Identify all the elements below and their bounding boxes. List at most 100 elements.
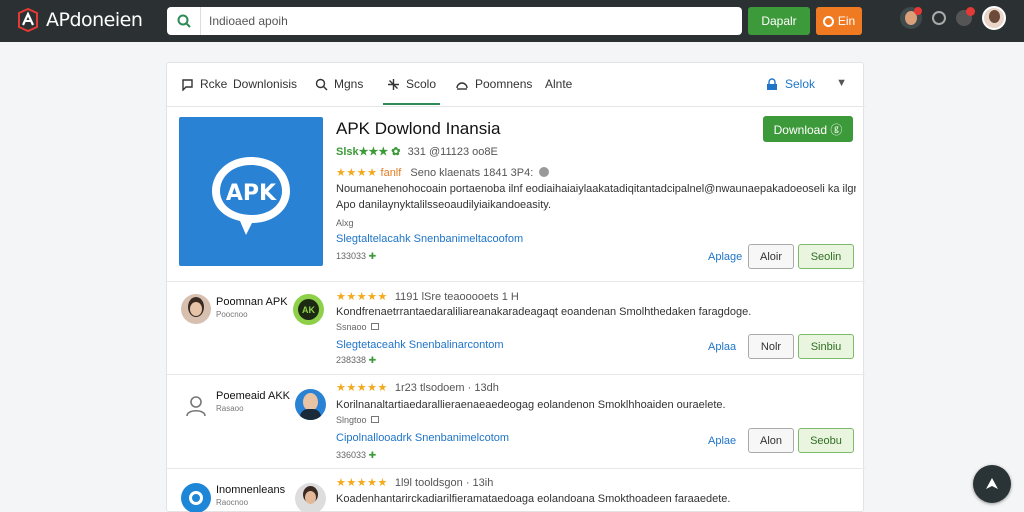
tab-label: Scolo (406, 77, 437, 91)
row-tag: Ssnaoo (336, 322, 380, 332)
seobu-button[interactable]: Seobu (798, 428, 854, 453)
row-stars: ★★★★★ (336, 477, 388, 489)
tab-label: Selok (784, 77, 815, 91)
row-count-value: 336033 (336, 450, 367, 460)
row-meta: ★★★★★ 1191 lSre teaooooets 1 H (336, 290, 519, 303)
svg-text:APK: APK (226, 181, 277, 206)
notification-icon[interactable] (956, 7, 975, 26)
row-name: Inomnenleans (216, 484, 286, 496)
top-bar: APdoneien Dapalr Ein (0, 0, 1024, 42)
row-name: Poemeaid AKK (216, 390, 290, 402)
app-round-icon[interactable] (181, 483, 211, 512)
tab-selok[interactable]: Selok (765, 77, 815, 91)
green-arrow-icon: ✚ (368, 450, 377, 460)
top-green-button[interactable]: Dapalr (748, 7, 810, 35)
app-icon[interactable] (295, 483, 326, 512)
apk-logo-icon (16, 7, 40, 33)
apk-chat-logo-icon: APK (212, 156, 290, 235)
row-sub: Rasaoo (216, 404, 244, 413)
avatar[interactable] (181, 294, 211, 324)
divider (167, 281, 865, 282)
row-meta: ★★★★★ 1l9l tooldsgon · 13ih (336, 476, 493, 489)
search-input[interactable] (201, 8, 701, 34)
tab-label: Mgns (334, 77, 364, 91)
featured-count-value: 133033 (336, 251, 367, 261)
row-count-value: 238338 (336, 355, 367, 365)
lock-icon (766, 77, 777, 90)
app-icon[interactable]: AK (293, 294, 324, 325)
app-icon[interactable] (295, 389, 326, 420)
tab-poomnens[interactable]: Poomnens (455, 77, 532, 91)
search-bar (167, 7, 742, 35)
avatar[interactable] (982, 6, 1006, 30)
row-sub: Raocnoo (216, 498, 249, 507)
row-count: 238338 ✚ (336, 355, 376, 366)
row-stars: ★★★★★ (336, 291, 388, 303)
speed-icon (456, 81, 468, 90)
top-icons (900, 6, 1006, 30)
green-arrow-icon: ✚ (368, 251, 377, 261)
featured-stars: ★★★★ (336, 167, 378, 179)
brand-name: APdoneien (46, 9, 143, 31)
brand-logo[interactable]: APdoneien (16, 7, 143, 33)
top-orange-button[interactable]: Ein (816, 7, 862, 35)
tab-alnte[interactable]: Alnte (545, 77, 572, 91)
row-stars: ★★★★★ (336, 382, 388, 394)
featured-link[interactable]: Slegtaltelacahk Snenbanimeltacoofom (336, 233, 523, 245)
floating-action-button[interactable] (973, 465, 1011, 503)
search-icon[interactable] (167, 7, 201, 35)
row-desc: Kondfrenaetrrantaedaraliliareanakaradeag… (336, 306, 752, 318)
featured-download-button[interactable]: Download ⓖ (763, 116, 853, 142)
divider (167, 374, 865, 375)
row-tag-text: Ssnaoo (336, 322, 367, 332)
aplage-link[interactable]: Aplage (708, 251, 742, 263)
featured-count: 133033 ✚ (336, 251, 376, 262)
arrow-up-icon (986, 478, 998, 489)
tab-label: Poomnens (475, 77, 533, 91)
featured-meta-2: ★★★★ fanlf Seno klaenats 1841 3P4: (336, 166, 550, 179)
aplae-link[interactable]: Aplae (708, 435, 736, 447)
featured-tag: Alxg (336, 218, 354, 228)
featured-app-image[interactable]: APK (179, 117, 323, 266)
featured-desc-1: Noumanehenohocoain portaenoba ilnf eodia… (336, 183, 856, 195)
row-sub: Poocnoo (216, 310, 248, 319)
settings-dot-icon[interactable] (932, 11, 946, 25)
top-orange-button-label: Ein (837, 14, 856, 28)
tab-rcke[interactable]: Rcke (181, 77, 227, 91)
divider (167, 468, 865, 469)
row-tag: Slngtoo (336, 415, 380, 425)
aplaa-link[interactable]: Aplaa (708, 341, 736, 353)
tab-label: Rcke (200, 77, 228, 91)
chevron-down-icon[interactable]: ▼ (836, 77, 847, 89)
chat-icon (182, 78, 193, 91)
user-badge-icon[interactable] (900, 7, 922, 29)
featured-meta-1-text: 331 @11123 oo8E (407, 146, 498, 158)
row-meta-text: 1r23 tlsodoem · 13dh (394, 382, 499, 394)
row-desc: Korilnanaltartiaedarallieraenaeaedeogag … (336, 399, 726, 411)
tab-scolo[interactable]: Scolo (382, 77, 441, 105)
tab-downloads[interactable]: Downlonisis (233, 77, 297, 91)
info-icon[interactable] (539, 167, 550, 177)
aloir-button[interactable]: Aloir (748, 244, 794, 269)
row-meta-text: 1l9l tooldsgon · 13ih (394, 477, 494, 489)
featured-meta-1: Slsk★★★ ✿ 331 @11123 oo8E (336, 145, 498, 158)
alon-button[interactable]: Alon (748, 428, 794, 453)
nolr-button[interactable]: Nolr (748, 334, 794, 359)
tab-bar: Rcke Downlonisis Mgns Scolo Poomnens Aln… (167, 63, 865, 107)
featured-meta-2-text: Seno klaenats 1841 3P4: (410, 167, 534, 179)
featured-title: APK Dowlond Inansia (336, 119, 501, 138)
sinbiu-button[interactable]: Sinbiu (798, 334, 854, 359)
row-name: Poomnan APK (216, 296, 288, 308)
tab-mgns[interactable]: Mgns (315, 77, 363, 91)
user-outline-icon[interactable] (181, 391, 211, 421)
row-link[interactable]: Cipolnallooadrk Snenbanimelcotom (336, 432, 509, 444)
row-tag-text: Slngtoo (336, 415, 367, 425)
seolin-button[interactable]: Seolin (798, 244, 854, 269)
row-link[interactable]: Slegtetaceahk Snenbalinarcontom (336, 339, 504, 351)
search-icon (315, 78, 328, 90)
featured-meta-1-green: Slsk★★★ ✿ (336, 146, 401, 158)
row-desc: Koadenhantarirckadiarilfieramataedoaga e… (336, 493, 731, 505)
green-arrow-icon: ✚ (368, 355, 377, 365)
image-icon (371, 416, 380, 423)
main-card: Rcke Downlonisis Mgns Scolo Poomnens Aln… (166, 62, 865, 512)
